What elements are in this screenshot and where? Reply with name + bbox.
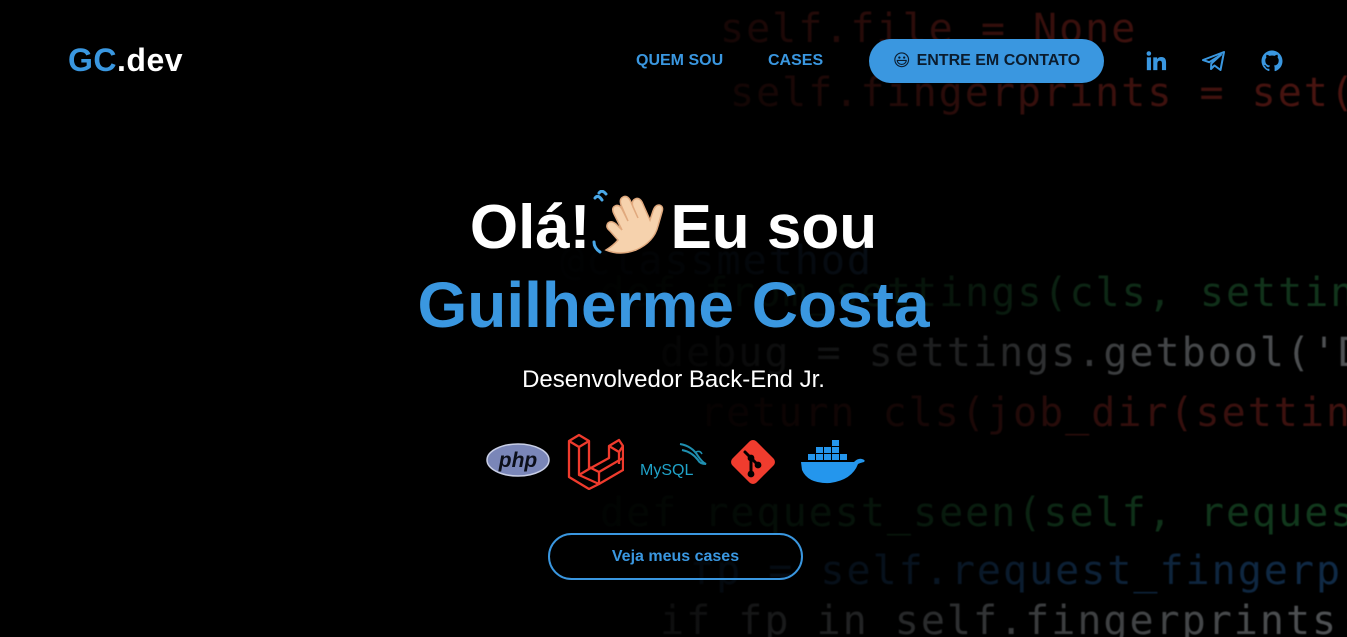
github-icon[interactable] — [1259, 48, 1285, 74]
background-code-line: def request_seen(self, request): — [600, 490, 1347, 536]
linkedin-icon[interactable] — [1143, 48, 1169, 74]
docker-icon — [800, 434, 866, 491]
smiley-icon: 😃 — [892, 51, 911, 71]
nav-link-quem-sou[interactable]: QUEM SOU — [636, 52, 723, 70]
contact-button-label: ENTRE EM CONTATO — [916, 52, 1081, 69]
php-label: php — [498, 449, 538, 472]
nav-link-cases[interactable]: CASES — [768, 52, 823, 70]
view-cases-button[interactable]: Veja meus cases — [548, 533, 803, 580]
tech-stack: php MySQL — [0, 430, 1347, 492]
hero-name: Guilherme Costa — [417, 269, 930, 341]
hero-greeting-line: Olá! Eu sou — [0, 189, 1347, 263]
site-header: GC.dev QUEM SOU CASES 😃 ENTRE EM CONTATO — [0, 0, 1347, 120]
hero-greeting: Olá! — [469, 193, 591, 262]
hero-intro: Eu sou — [670, 193, 878, 262]
hero-role: Desenvolvedor Back-End Jr. — [522, 366, 825, 393]
waving-hand-icon — [592, 189, 666, 256]
contact-button[interactable]: 😃 ENTRE EM CONTATO — [869, 39, 1104, 83]
mysql-icon: MySQL — [640, 442, 708, 487]
mysql-label: MySQL — [640, 462, 693, 479]
site-logo[interactable]: GC.dev — [68, 42, 183, 79]
logo-main: GC — [68, 42, 117, 78]
git-icon — [727, 436, 779, 493]
php-icon: php — [486, 442, 550, 483]
laravel-icon — [566, 432, 625, 495]
background-code-line: if fp in self.fingerprints: — [660, 598, 1347, 637]
logo-suffix: .dev — [117, 42, 184, 78]
telegram-icon[interactable] — [1201, 48, 1227, 74]
